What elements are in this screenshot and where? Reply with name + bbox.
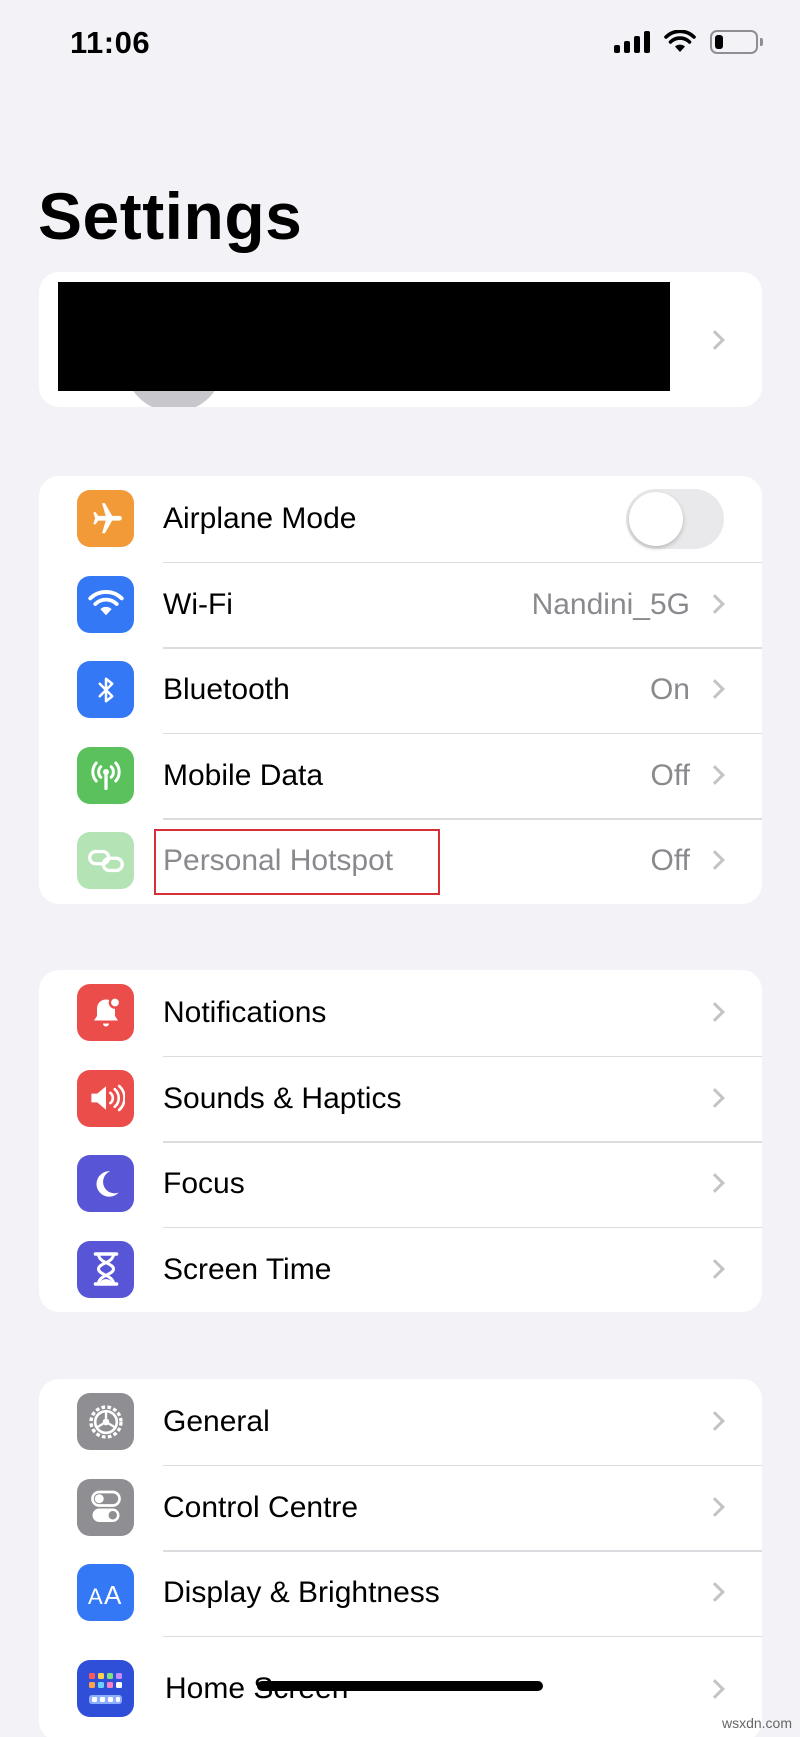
status-bar: 11:06: [0, 0, 800, 90]
cellular-signal-icon: [614, 31, 650, 53]
row-control-centre[interactable]: Control Centre: [39, 1464, 762, 1551]
gear-icon: [77, 1393, 134, 1450]
redacted-profile-info: [58, 282, 670, 391]
row-value: Nandini_5G: [531, 587, 690, 621]
battery-level: [715, 35, 723, 49]
moon-icon: [77, 1155, 134, 1212]
chevron-right-icon: [705, 1678, 725, 1699]
chevron-right-icon: [705, 1087, 725, 1108]
chevron-right-icon: [705, 1002, 725, 1022]
chevron-right-icon: [705, 764, 725, 785]
highlight-annotation-box: [154, 829, 440, 895]
row-label: Screen Time: [163, 1252, 332, 1286]
row-bluetooth[interactable]: Bluetooth On: [39, 647, 762, 733]
watermark: wsxdn.com: [721, 1715, 792, 1731]
chevron-right-icon: [705, 1258, 725, 1279]
row-label: Display & Brightness: [163, 1576, 440, 1609]
notifications-group: Notifications Sounds & Haptics Focus Scr…: [39, 970, 762, 1312]
row-mobile-data[interactable]: Mobile Data Off: [39, 732, 762, 819]
svg-text:A: A: [104, 1580, 122, 1608]
row-label: Sounds & Haptics: [163, 1081, 402, 1115]
row-airplane-mode[interactable]: Airplane Mode: [39, 476, 762, 562]
chevron-right-icon: [705, 1582, 725, 1602]
chevron-right-icon: [705, 850, 725, 870]
row-label: General: [163, 1405, 270, 1438]
row-notifications[interactable]: Notifications: [39, 970, 762, 1056]
row-value: On: [649, 673, 690, 706]
chevron-right-icon: [705, 593, 725, 614]
chevron-right-icon: [705, 1411, 725, 1431]
row-screen-time[interactable]: Screen Time: [39, 1226, 762, 1313]
antenna-icon: [77, 746, 134, 804]
status-icons: [614, 30, 763, 54]
row-wifi[interactable]: Wi-Fi Nandini_5G: [39, 561, 762, 648]
airplane-mode-toggle[interactable]: [626, 489, 724, 549]
airplane-icon: [77, 490, 134, 547]
connectivity-group: Airplane Mode Wi-Fi Nandini_5G Bluetooth…: [39, 476, 762, 904]
hourglass-icon: [77, 1240, 134, 1298]
chevron-right-icon: [705, 330, 725, 350]
row-value: Off: [650, 758, 690, 792]
status-time: 11:06: [70, 25, 151, 60]
apple-id-profile-row[interactable]: [39, 272, 762, 407]
row-personal-hotspot[interactable]: Personal Hotspot Off: [39, 818, 762, 904]
chevron-right-icon: [705, 1496, 725, 1517]
row-value: Off: [650, 844, 690, 877]
row-display-brightness[interactable]: A A Display & Brightness: [39, 1550, 762, 1636]
bell-icon: [77, 984, 134, 1041]
svg-text:A: A: [88, 1584, 103, 1608]
bluetooth-icon: [77, 661, 134, 718]
chevron-right-icon: [705, 1173, 725, 1193]
speaker-icon: [77, 1069, 134, 1127]
wifi-icon: [77, 575, 134, 633]
toggle-knob: [629, 492, 683, 546]
row-label: Control Centre: [163, 1490, 359, 1524]
row-label: Bluetooth: [163, 673, 290, 706]
row-label: Notifications: [163, 996, 327, 1029]
row-sounds-haptics[interactable]: Sounds & Haptics: [39, 1055, 762, 1142]
page-title: Settings: [38, 179, 303, 253]
row-label: Airplane Mode: [163, 502, 357, 535]
row-general[interactable]: General: [39, 1379, 762, 1465]
wifi-status-icon: [664, 30, 696, 52]
row-label: Mobile Data: [163, 758, 324, 792]
text-size-icon: A A: [77, 1564, 134, 1621]
home-indicator[interactable]: [257, 1681, 543, 1691]
row-label: Wi-Fi: [163, 587, 233, 621]
row-focus[interactable]: Focus: [39, 1141, 762, 1227]
hotspot-icon: [77, 832, 134, 889]
switches-icon: [77, 1478, 134, 1536]
row-label: Focus: [163, 1167, 245, 1200]
chevron-right-icon: [705, 679, 725, 699]
battery-icon: [710, 30, 763, 54]
home-screen-grid-icon: [77, 1659, 134, 1717]
